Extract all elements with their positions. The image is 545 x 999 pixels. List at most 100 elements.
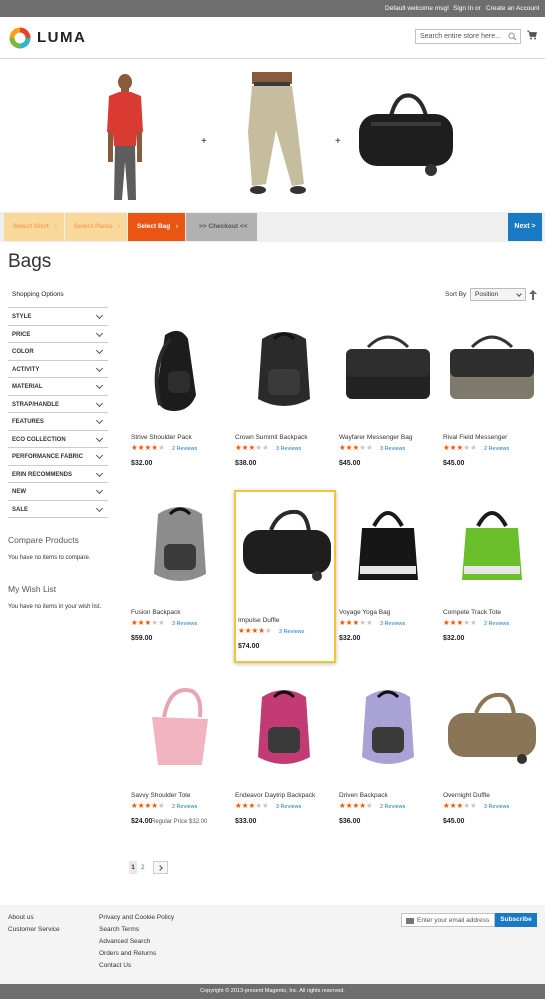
reviews-link[interactable]: 3 Reviews <box>276 804 301 810</box>
product-image[interactable] <box>338 678 438 778</box>
product-image[interactable] <box>130 678 230 778</box>
filter-label: SALE <box>12 506 29 513</box>
shirt-model-image <box>107 74 143 200</box>
filter-erin-recommends[interactable]: ERIN RECOMMENDS <box>8 466 108 483</box>
wishlist-empty-text: You have no items in your wish list. <box>8 604 102 610</box>
product-image[interactable] <box>237 495 337 595</box>
product-name[interactable]: Impulse Duffle <box>238 617 279 624</box>
product-name[interactable]: Driven Backpack <box>339 792 388 799</box>
subscribe-button[interactable]: Subscribe <box>495 913 537 927</box>
reviews-link[interactable]: 3 Reviews <box>484 804 509 810</box>
step-select-shirt[interactable]: Select Shirt › <box>4 213 64 241</box>
filter-features[interactable]: FEATURES <box>8 413 108 431</box>
filter-new[interactable]: NEW <box>8 483 108 501</box>
star-icon: ★ <box>443 443 450 452</box>
sort-select[interactable]: Position <box>470 288 526 301</box>
product-image[interactable] <box>442 320 542 420</box>
logo-text[interactable]: LUMA <box>37 29 86 46</box>
footer-link-advanced-search[interactable]: Advanced Search <box>99 938 150 945</box>
reviews-link[interactable]: 2 Reviews <box>484 621 509 627</box>
filter-color[interactable]: COLOR <box>8 343 108 361</box>
chevron-down-icon <box>95 434 104 442</box>
footer-link-orders-returns[interactable]: Orders and Returns <box>99 950 156 957</box>
product-price: $45.00 <box>339 460 361 467</box>
chevron-down-icon <box>95 329 104 337</box>
footer-link-about-us[interactable]: About us <box>8 914 34 921</box>
product-name[interactable]: Compete Track Tote <box>443 609 501 616</box>
create-account-link[interactable]: Create an Account <box>486 5 539 12</box>
step-select-bag[interactable]: Select Bag › <box>128 213 185 241</box>
product-name[interactable]: Fusion Backpack <box>131 609 181 616</box>
filter-label: PERFORMANCE FABRIC <box>12 454 84 460</box>
star-icon: ★ <box>255 801 262 810</box>
step-checkout[interactable]: >> Checkout << <box>186 213 257 241</box>
star-icon: ★ <box>339 618 346 627</box>
product-name[interactable]: Voyage Yoga Bag <box>339 609 390 616</box>
product-name[interactable]: Overnight Duffle <box>443 792 490 799</box>
product-name[interactable]: Endeavor Daytrip Backpack <box>235 792 315 799</box>
search-input[interactable]: Search entire store here... <box>415 29 521 44</box>
filter-label: ERIN RECOMMENDS <box>12 471 73 478</box>
chevron-down-icon <box>95 381 104 390</box>
filter-eco-collection[interactable]: ECO COLLECTION <box>8 431 108 448</box>
reviews-link[interactable]: 2 Reviews <box>172 804 197 810</box>
cart-icon[interactable] <box>527 30 537 40</box>
filter-activity[interactable]: ACTIVITY <box>8 361 108 378</box>
reviews-link[interactable]: 3 Reviews <box>380 446 405 452</box>
next-page-button[interactable] <box>153 861 168 874</box>
sort-value: Position <box>475 291 499 298</box>
star-icon: ★ <box>157 618 165 627</box>
filter-material[interactable]: MATERIAL <box>8 378 108 396</box>
filter-price[interactable]: PRICE <box>8 326 108 343</box>
reviews-link[interactable]: 3 Reviews <box>279 629 304 635</box>
filter-label: MATERIAL <box>12 384 43 390</box>
product-name[interactable]: Wayfarer Messenger Bag <box>339 434 412 441</box>
product-image[interactable] <box>234 678 334 778</box>
site-footer: About us Customer Service Privacy and Co… <box>0 905 545 984</box>
product-name[interactable]: Savvy Shoulder Tote <box>131 792 191 799</box>
footer-link-privacy[interactable]: Privacy and Cookie Policy <box>99 914 174 921</box>
product-name[interactable]: Strive Shoulder Pack <box>131 434 192 441</box>
product-name[interactable]: Rival Field Messenger <box>443 434 507 441</box>
copyright-bar: Copyright © 2013-present Magento, Inc. A… <box>0 984 545 999</box>
reviews-link[interactable]: 3 Reviews <box>380 621 405 627</box>
star-icon: ★ <box>359 443 366 452</box>
filter-sale[interactable]: SALE <box>8 501 108 518</box>
page-2-link[interactable]: 2 <box>141 861 147 874</box>
product-image[interactable] <box>338 320 438 420</box>
product-image[interactable] <box>442 495 542 595</box>
luma-logo-icon[interactable] <box>9 27 31 49</box>
search-icon[interactable] <box>508 32 517 41</box>
newsletter-email-input[interactable]: Enter your email address <box>401 913 495 927</box>
site-header: LUMA Search entire store here... <box>0 17 545 59</box>
reviews-link[interactable]: 2 Reviews <box>484 446 509 452</box>
star-icon: ★ <box>131 618 138 627</box>
product-image[interactable] <box>442 678 542 778</box>
product-image[interactable] <box>130 320 230 420</box>
reviews-link[interactable]: 2 Reviews <box>172 446 197 452</box>
footer-link-search-terms[interactable]: Search Terms <box>99 926 139 933</box>
product-name[interactable]: Crown Summit Backpack <box>235 434 308 441</box>
footer-link-customer-service[interactable]: Customer Service <box>8 926 60 933</box>
product-image[interactable] <box>130 495 230 595</box>
sort-direction-arrow-icon[interactable] <box>529 290 537 300</box>
product-price: $36.00 <box>339 818 361 825</box>
star-icon: ★ <box>151 801 158 810</box>
footer-link-contact-us[interactable]: Contact Us <box>99 962 131 969</box>
product-image[interactable] <box>338 495 438 595</box>
top-bar: Default welcome msg! Sign In or Create a… <box>0 0 545 17</box>
sign-in-link[interactable]: Sign In <box>453 5 473 12</box>
filter-performance-fabric[interactable]: PERFORMANCE FABRIC <box>8 448 108 466</box>
step-select-pants[interactable]: Select Pants › <box>65 213 127 241</box>
product-image[interactable] <box>234 320 334 420</box>
filter-style[interactable]: STYLE <box>8 308 108 326</box>
reviews-link[interactable]: 2 Reviews <box>380 804 405 810</box>
filter-label: COLOR <box>12 349 34 355</box>
reviews-link[interactable]: 3 Reviews <box>172 621 197 627</box>
search-placeholder: Search entire store here... <box>420 33 501 40</box>
compare-products-title: Compare Products <box>8 535 79 545</box>
star-icon: ★ <box>157 801 165 810</box>
reviews-link[interactable]: 3 Reviews <box>276 446 301 452</box>
next-button[interactable]: Next > <box>508 213 542 241</box>
filter-strap-handle[interactable]: STRAP/HANDLE <box>8 396 108 413</box>
